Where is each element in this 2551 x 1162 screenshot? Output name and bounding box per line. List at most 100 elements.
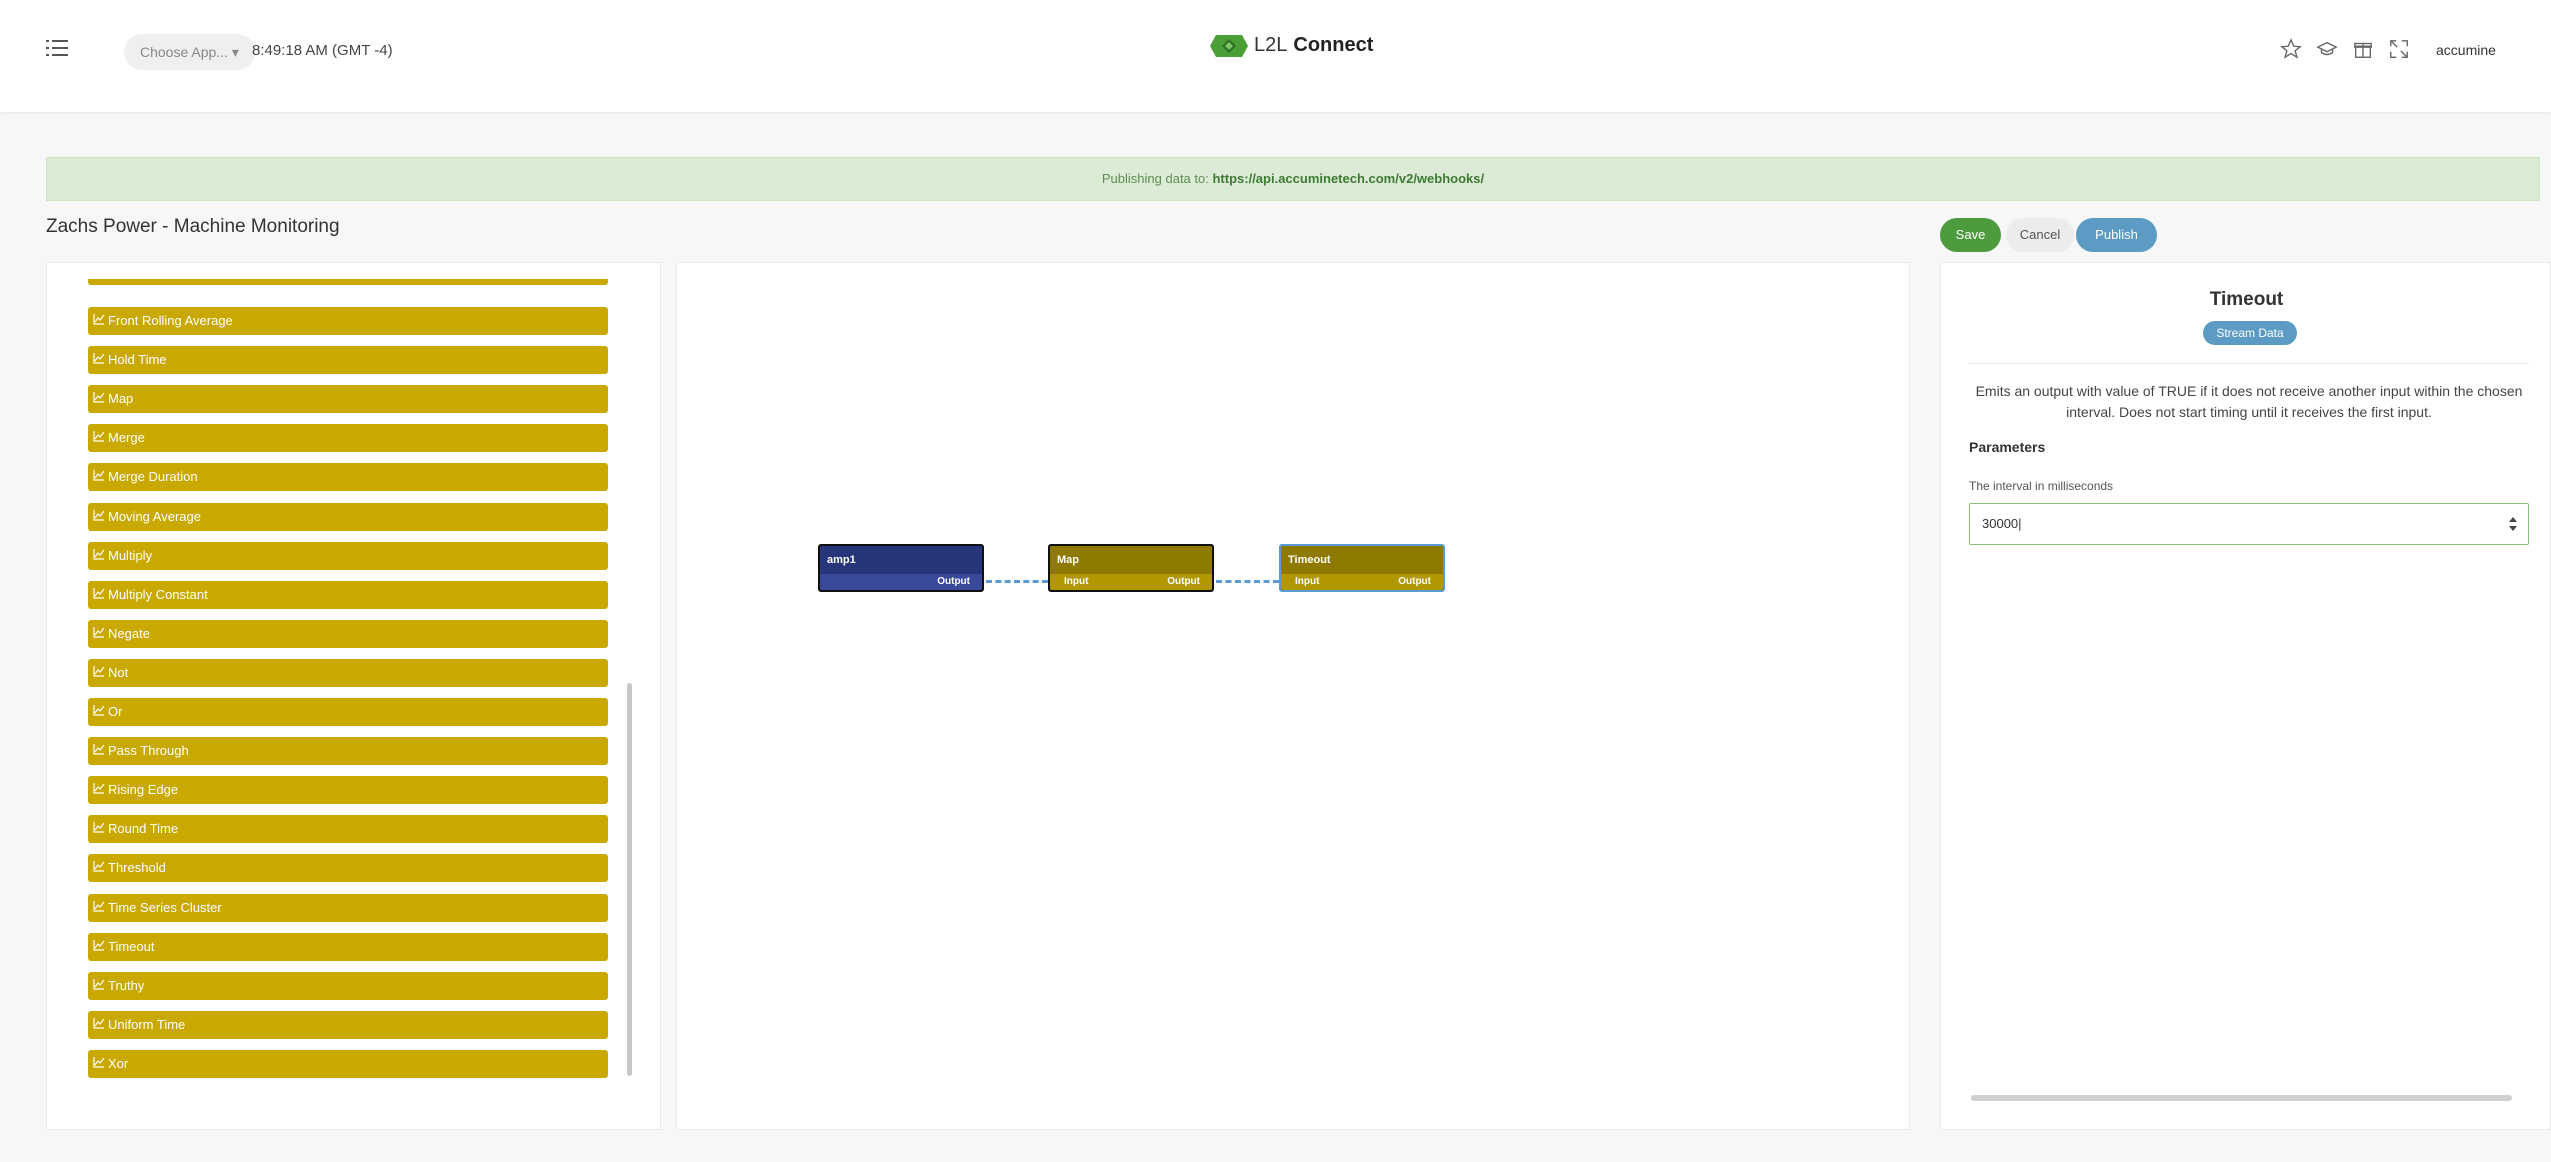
node-palette-item[interactable]: Truthy: [88, 971, 608, 1000]
chart-line-icon: [93, 861, 105, 872]
chart-line-icon: [93, 978, 105, 990]
node-palette-item-label: Merge: [108, 430, 145, 446]
chart-line-icon: [93, 470, 105, 481]
node-palette-item[interactable]: Not: [88, 658, 608, 687]
node-palette-item-label: Not: [108, 664, 129, 680]
logo-icon: [1210, 34, 1248, 57]
fullscreen-icon[interactable]: [2388, 38, 2410, 60]
number-spinner-icon[interactable]: [2508, 515, 2518, 533]
node-palette-item-label: Multiply: [108, 547, 153, 563]
flow-canvas[interactable]: [676, 262, 1910, 1130]
node-palette-item-label: Timeout: [108, 938, 155, 954]
parameters-heading: Parameters: [1969, 439, 2046, 455]
node-palette-item-label: Or: [108, 704, 123, 719]
chart-line-icon: [93, 392, 105, 403]
node-output-port[interactable]: Output: [1167, 576, 1200, 587]
node-palette-item-label: Pass Through: [108, 743, 189, 759]
node-palette-item[interactable]: Uniform Time: [88, 1010, 608, 1039]
banner-prefix: Publishing data to:: [1101, 171, 1209, 186]
chart-line-icon: [93, 548, 105, 560]
canvas-node-timeout[interactable]: Timeout Input Output: [1279, 544, 1445, 592]
star-icon[interactable]: [2280, 38, 2302, 60]
node-palette-item-label: Uniform Time: [108, 1016, 186, 1032]
node-palette-item-label: Hold Time: [108, 352, 167, 368]
connector-map-timeout[interactable]: [1216, 580, 1279, 583]
node-output-port[interactable]: Output: [937, 576, 970, 587]
node-palette-item[interactable]: Timeout: [88, 932, 608, 961]
node-palette-item[interactable]: Multiply: [88, 541, 608, 570]
app-select-label: Choose App...: [140, 44, 228, 60]
node-palette-item[interactable]: Multiply Constant: [88, 580, 608, 609]
gift-icon[interactable]: [2352, 38, 2374, 60]
app-select[interactable]: Choose App... ▾: [124, 34, 255, 70]
chart-line-icon: [93, 783, 105, 794]
node-palette-item[interactable]: Negate: [88, 619, 608, 648]
chart-line-icon: [93, 1056, 105, 1068]
list-item-partial[interactable]: [88, 279, 608, 285]
node-palette-item[interactable]: Map: [88, 385, 608, 414]
chart-line-icon: [93, 1017, 105, 1029]
chart-line-icon: [93, 822, 105, 833]
interval-input[interactable]: 30000|: [1969, 503, 2529, 545]
brand-logo[interactable]: L2L Connect: [1210, 34, 1373, 57]
node-input-port[interactable]: Input: [1295, 576, 1319, 587]
node-palette-item-label: Map: [108, 391, 134, 407]
node-palette-item[interactable]: Merge: [88, 424, 608, 453]
node-output-port[interactable]: Output: [1398, 576, 1431, 587]
canvas-node-amp1[interactable]: amp1 Output: [818, 544, 984, 592]
node-category-badge: Stream Data: [2203, 321, 2297, 345]
node-palette-item[interactable]: Front Rolling Average: [88, 307, 608, 335]
node-palette-item-label: Merge Duration: [108, 469, 198, 485]
publish-button[interactable]: Publish: [2076, 218, 2157, 252]
node-palette-item[interactable]: Xor: [88, 1049, 608, 1078]
palette-scrollbar[interactable]: [627, 683, 632, 1076]
node-palette-item-label: Moving Average: [108, 508, 201, 524]
banner-url-link[interactable]: https://api.accuminetech.com/v2/webhooks…: [1212, 171, 1484, 186]
node-palette-item[interactable]: Or: [88, 698, 608, 726]
node-palette-item-label: Time Series Cluster: [108, 899, 222, 915]
node-input-port[interactable]: Input: [1064, 576, 1088, 587]
details-divider: [1969, 363, 2529, 364]
node-title: amp1: [827, 554, 856, 566]
node-palette-item-label: Xor: [108, 1055, 129, 1071]
chart-line-icon: [93, 509, 105, 521]
chart-line-icon: [93, 744, 105, 755]
node-palette-item-label: Multiply Constant: [108, 586, 208, 602]
node-palette-item-label: Rising Edge: [108, 782, 179, 798]
top-icon-group: [2280, 38, 2410, 60]
cancel-button[interactable]: Cancel: [2006, 218, 2074, 252]
chart-line-icon: [93, 665, 105, 677]
graduation-cap-icon[interactable]: [2316, 38, 2338, 60]
user-menu[interactable]: accumine: [2436, 42, 2496, 58]
brand-connect: Connect: [1293, 34, 1374, 56]
node-palette-item-label: Truthy: [108, 977, 145, 993]
node-palette-item[interactable]: Threshold: [88, 854, 608, 883]
connector-amp1-map[interactable]: [986, 580, 1048, 583]
top-bar: Choose App... ▾ 8:49:18 AM (GMT -4) L2L …: [0, 0, 2551, 112]
node-palette-item-label: Round Time: [108, 821, 179, 837]
node-palette-item-label: Threshold: [108, 860, 166, 876]
node-palette-item[interactable]: Rising Edge: [88, 776, 608, 805]
node-palette-item[interactable]: Pass Through: [88, 737, 608, 766]
chart-line-icon: [93, 626, 105, 638]
canvas-node-map[interactable]: Map Input Output: [1048, 544, 1214, 592]
node-title: Map: [1057, 554, 1079, 566]
details-title: Timeout: [2209, 289, 2284, 310]
interval-value: 30000: [1982, 516, 2019, 531]
details-horizontal-scrollbar[interactable]: [1971, 1095, 2512, 1101]
chart-line-icon: [93, 314, 105, 325]
publish-banner: Publishing data to: https://api.accumine…: [46, 157, 2540, 201]
chart-line-icon: [93, 587, 105, 599]
node-palette-item[interactable]: Hold Time: [88, 346, 608, 375]
save-button[interactable]: Save: [1940, 218, 2001, 252]
node-palette-item[interactable]: Moving Average: [88, 502, 608, 531]
details-description: Emits an output with value of TRUE if it…: [1975, 383, 2523, 420]
node-palette-item[interactable]: Merge Duration: [88, 463, 608, 492]
chart-line-icon: [93, 939, 105, 951]
node-palette-item[interactable]: Round Time: [88, 815, 608, 844]
menu-list-icon[interactable]: [46, 38, 68, 58]
chart-line-icon: [93, 900, 105, 912]
chart-line-icon: [93, 431, 105, 442]
page-title: Zachs Power - Machine Monitoring: [46, 216, 340, 237]
node-palette-item[interactable]: Time Series Cluster: [88, 893, 608, 922]
